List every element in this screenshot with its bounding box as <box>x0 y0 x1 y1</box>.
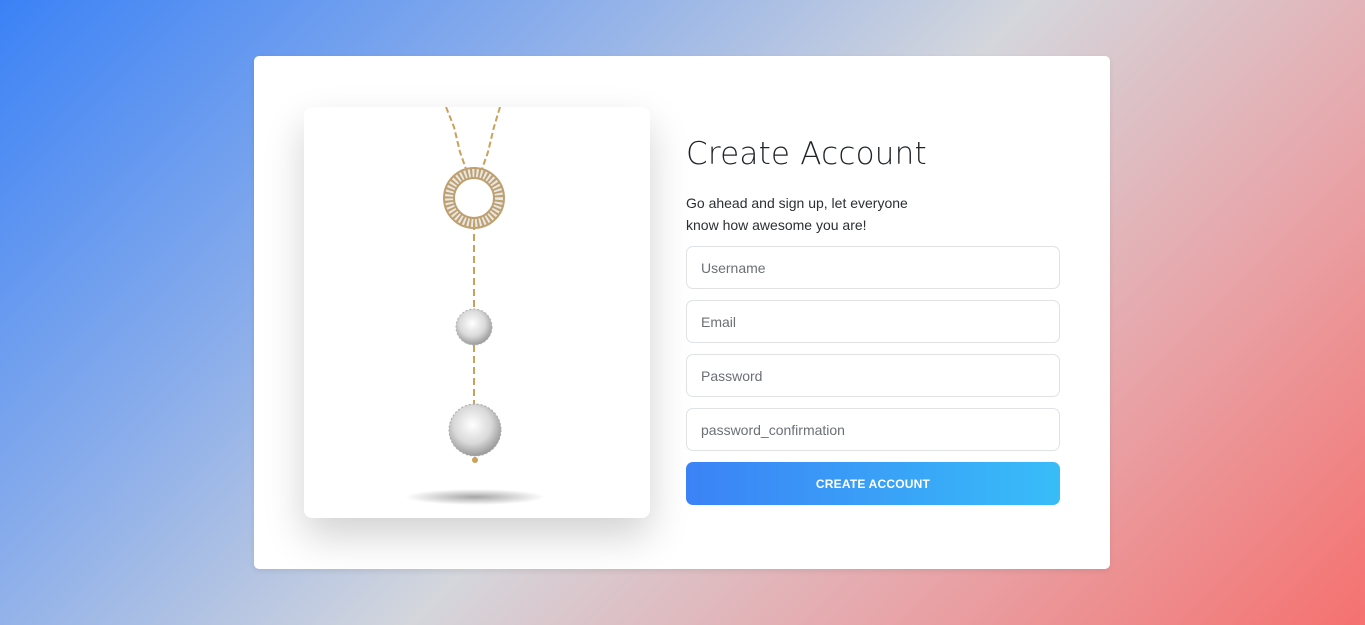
product-image <box>304 107 650 518</box>
password-input[interactable] <box>686 354 1060 397</box>
email-input[interactable] <box>686 300 1060 343</box>
form-fields <box>686 246 1060 451</box>
necklace-image <box>405 107 545 505</box>
password-confirmation-input[interactable] <box>686 408 1060 451</box>
page-title: Create Account <box>686 136 927 172</box>
subtitle: Go ahead and sign up, let everyone know … <box>686 195 908 233</box>
username-input[interactable] <box>686 246 1060 289</box>
signup-form: Create Account Go ahead and sign up, let… <box>686 136 1060 505</box>
create-account-button[interactable]: CREATE ACCOUNT <box>686 462 1060 505</box>
signup-card: Create Account Go ahead and sign up, let… <box>254 56 1110 569</box>
